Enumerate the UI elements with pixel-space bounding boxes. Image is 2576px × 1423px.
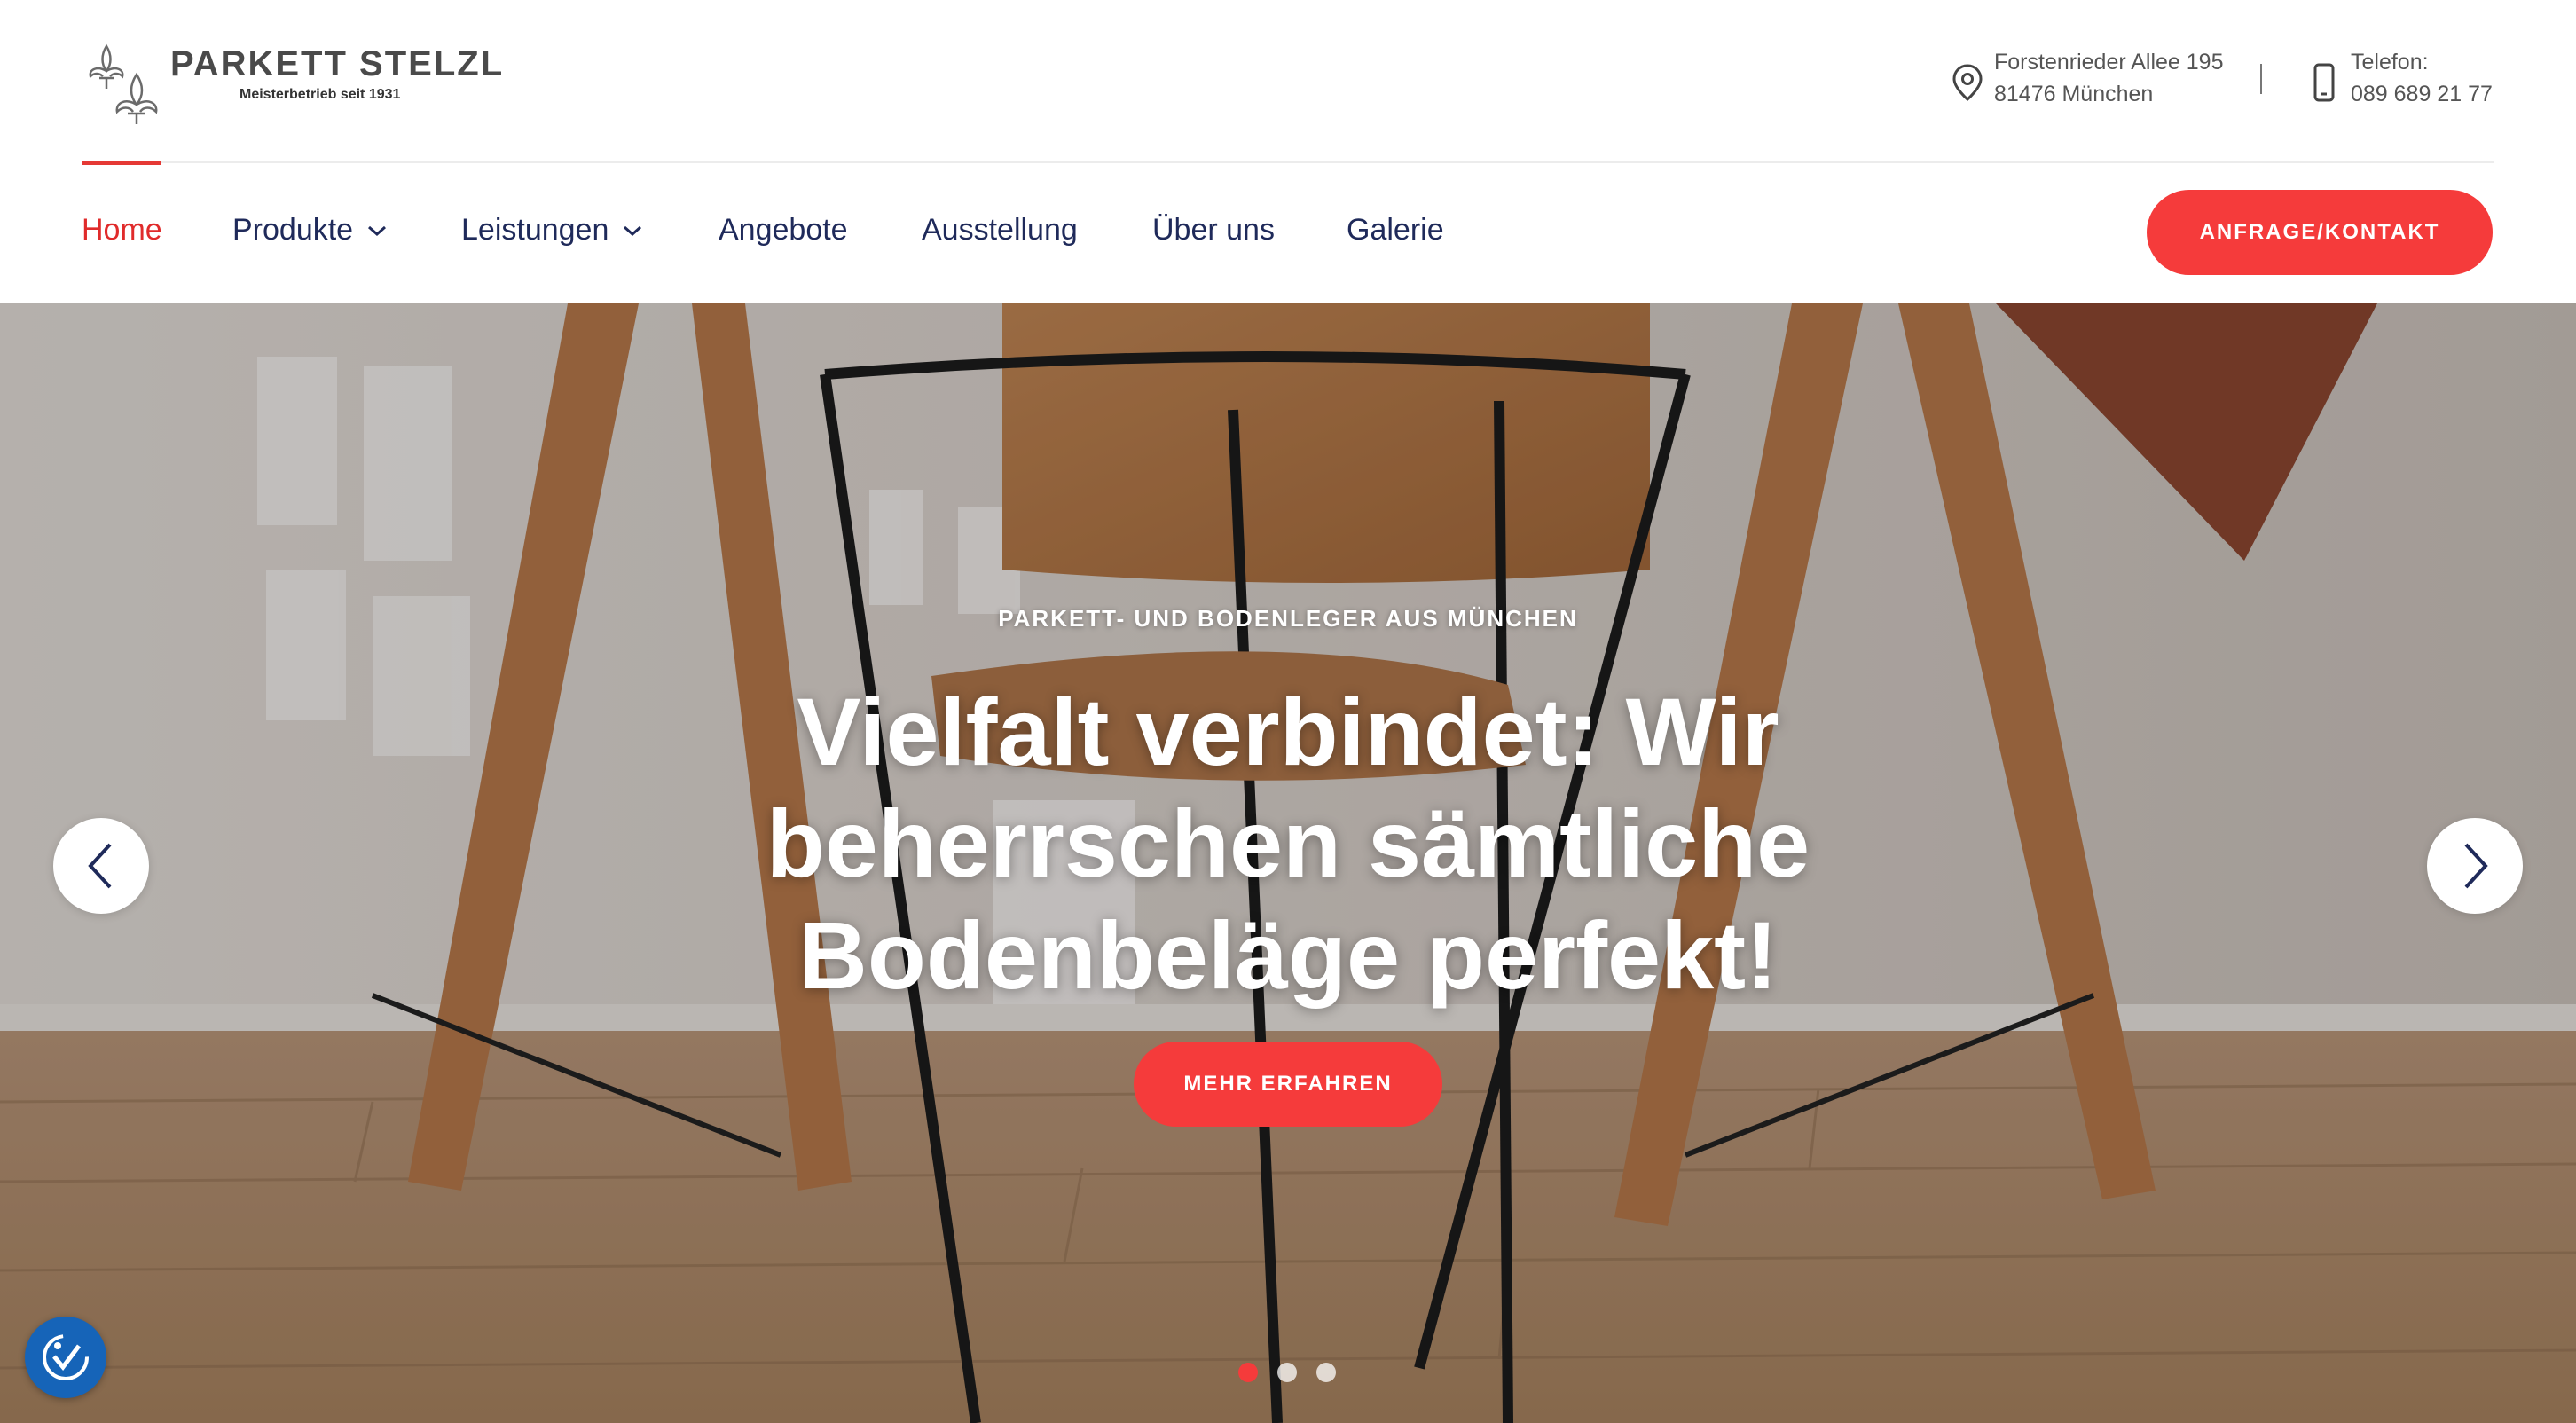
brand-tagline: Meisterbetrieb seit 1931 [240, 87, 401, 102]
nav-label-produkte: Produkte [232, 213, 354, 247]
phone-number[interactable]: 089 689 21 77 [2351, 82, 2493, 107]
nav-item-angebote[interactable]: Angebote [719, 213, 848, 248]
accessibility-icon [43, 1334, 89, 1380]
slider-dot-2[interactable] [1277, 1363, 1297, 1382]
nav-item-ausstellung[interactable]: Ausstellung [922, 213, 1078, 248]
nav-item-ueber-uns[interactable]: Über uns [1152, 213, 1275, 248]
nav-label-ausstellung: Ausstellung [922, 213, 1078, 247]
chevron-right-icon [2464, 843, 2488, 889]
slider-pagination [1238, 1363, 1338, 1384]
nav-label-angebote: Angebote [719, 213, 848, 247]
hero-content: PARKETT- UND BODENLEGER AUS MÜNCHEN Viel… [0, 303, 2576, 1423]
nav-item-leistungen[interactable]: Leistungen [461, 213, 642, 248]
logo[interactable]: PARKETT STELZL Meisterbetrieb seit 1931 [82, 37, 502, 126]
nav-item-home[interactable]: Home [82, 213, 162, 248]
chevron-down-icon [368, 225, 387, 236]
slider-next-button[interactable] [2427, 818, 2523, 914]
hero-headline: Vielfalt verbindet: Wir beherrschen sämt… [766, 678, 1810, 1009]
address-street: Forstenrieder Allee 195 [1994, 50, 2224, 75]
nav-label-home: Home [82, 213, 162, 247]
nav-label-ueber-uns: Über uns [1152, 213, 1275, 247]
hero-slider: PARKETT- UND BODENLEGER AUS MÜNCHEN Viel… [0, 303, 2576, 1423]
chevron-down-icon [624, 225, 642, 236]
slider-dot-3[interactable] [1316, 1363, 1336, 1382]
hero-eyebrow: PARKETT- UND BODENLEGER AUS MÜNCHEN [998, 605, 1578, 632]
nav-item-galerie[interactable]: Galerie [1347, 213, 1444, 248]
smartphone-icon [2313, 63, 2335, 102]
contact-request-button[interactable]: ANFRAGE/KONTAKT [2147, 190, 2493, 275]
fleur-de-lis-logo-icon [89, 43, 158, 124]
brand-name: PARKETT STELZL [170, 44, 505, 83]
main-navigation: Home Produkte Leistungen Angebote Ausste… [0, 165, 2576, 303]
address-city: 81476 München [1994, 82, 2154, 106]
nav-item-produkte[interactable]: Produkte [232, 213, 387, 248]
learn-more-button[interactable]: MEHR ERFAHREN [1134, 1042, 1442, 1127]
nav-label-leistungen: Leistungen [461, 213, 609, 247]
nav-label-galerie: Galerie [1347, 213, 1444, 247]
header-divider [82, 161, 2494, 163]
accessibility-button[interactable] [25, 1317, 106, 1398]
site-header: PARKETT STELZL Meisterbetrieb seit 1931 … [0, 0, 2576, 165]
address-block: Forstenrieder Allee 195 81476 München [1950, 48, 2234, 115]
map-pin-icon [1952, 64, 1983, 101]
slider-prev-button[interactable] [53, 818, 149, 914]
contact-divider [2260, 64, 2262, 94]
phone-label: Telefon: [2351, 50, 2429, 75]
slider-dot-1[interactable] [1238, 1363, 1258, 1382]
chevron-left-icon [88, 843, 112, 889]
phone-block[interactable]: Telefon: 089 689 21 77 [2306, 48, 2501, 115]
